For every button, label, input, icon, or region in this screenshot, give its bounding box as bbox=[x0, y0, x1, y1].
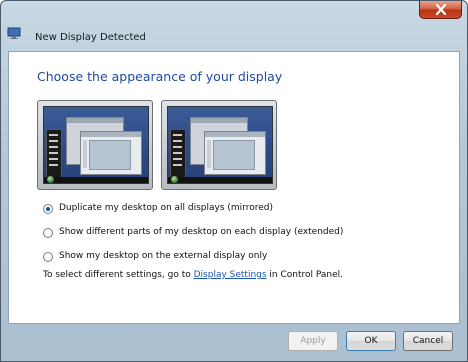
start-orb-icon bbox=[47, 176, 54, 183]
title-bar[interactable]: New Display Detected bbox=[1, 1, 467, 43]
monitor-screen bbox=[167, 106, 273, 184]
cancel-button[interactable]: Cancel bbox=[403, 331, 453, 351]
ok-button[interactable]: OK bbox=[346, 331, 396, 351]
option-label[interactable]: Duplicate my desktop on all displays (mi… bbox=[59, 203, 273, 213]
radio-external-only[interactable] bbox=[43, 252, 53, 262]
settings-hint: To select different settings, go to Disp… bbox=[43, 270, 343, 280]
page-heading: Choose the appearance of your display bbox=[37, 69, 283, 84]
preview-taskbar bbox=[44, 177, 148, 183]
radio-selected-dot bbox=[46, 207, 50, 211]
preview-start-menu bbox=[46, 129, 62, 179]
close-button[interactable] bbox=[419, 1, 462, 19]
dialog-window: New Display Detected Choose the appearan… bbox=[0, 0, 468, 362]
preview-window-front bbox=[80, 131, 142, 175]
display-icon bbox=[7, 27, 21, 39]
display-settings-link[interactable]: Display Settings bbox=[194, 270, 267, 280]
monitor-screen bbox=[43, 106, 149, 184]
preview-start-menu bbox=[170, 129, 186, 179]
radio-mirrored[interactable] bbox=[43, 204, 53, 214]
close-icon bbox=[435, 4, 447, 15]
monitor-preview-primary bbox=[37, 100, 153, 190]
option-label[interactable]: Show different parts of my desktop on ea… bbox=[59, 227, 343, 237]
apply-button[interactable]: Apply bbox=[288, 331, 338, 351]
radio-extended[interactable] bbox=[43, 228, 53, 238]
option-label[interactable]: Show my desktop on the external display … bbox=[59, 251, 267, 261]
start-orb-icon bbox=[171, 176, 178, 183]
preview-window-front bbox=[204, 131, 266, 175]
hint-suffix: in Control Panel. bbox=[266, 270, 344, 280]
dialog-content: Choose the appearance of your display Du… bbox=[8, 51, 460, 324]
preview-taskbar bbox=[168, 177, 272, 183]
monitor-preview-secondary bbox=[161, 100, 277, 190]
hint-prefix: To select different settings, go to bbox=[43, 270, 194, 280]
window-title: New Display Detected bbox=[35, 32, 146, 43]
